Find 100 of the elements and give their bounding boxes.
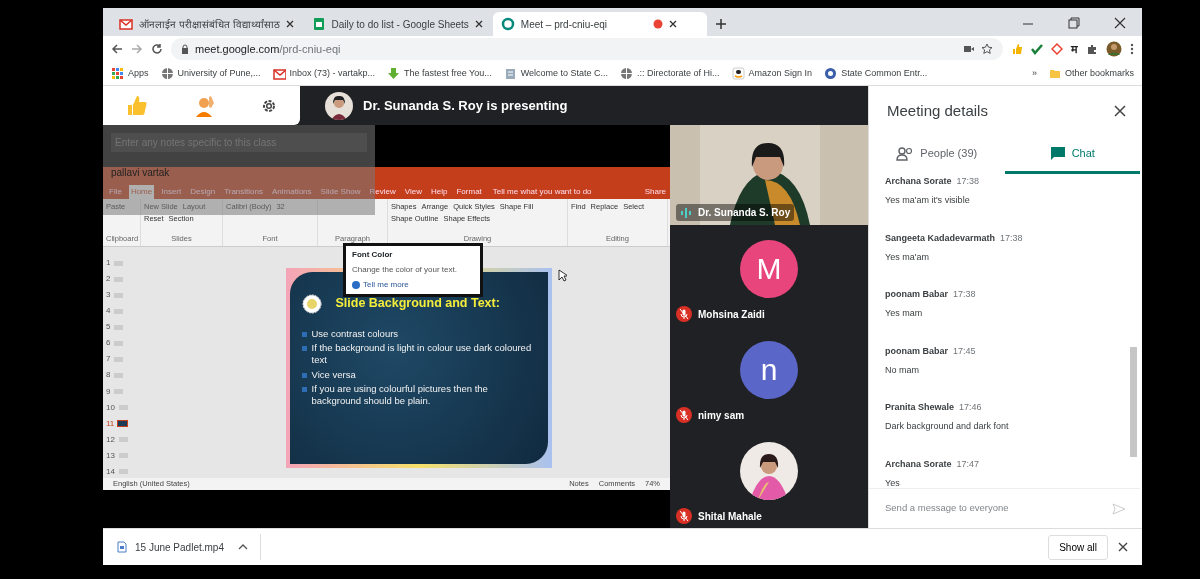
recording-icon (653, 19, 663, 29)
slide-thumbnail[interactable]: 5 (106, 323, 144, 332)
slide-thumbnail[interactable]: 1 (106, 259, 144, 267)
slide-thumbnail[interactable]: 11 (106, 419, 144, 428)
thumbs-up-icon[interactable] (125, 94, 148, 117)
bookmark[interactable]: .:: Directorate of Hi... (620, 66, 720, 81)
bullet-icon (301, 345, 307, 351)
panel-tab[interactable]: People (39) (869, 136, 1005, 174)
browser-tab[interactable]: Meet – prd-cniu-eqi (492, 12, 707, 36)
slide-thumbnail[interactable]: 2 (106, 275, 144, 284)
ribbon-tab[interactable]: Help (429, 184, 450, 199)
close-icon[interactable] (285, 20, 294, 28)
close-icon[interactable] (669, 20, 677, 28)
sender-name: Archana Sorate (885, 458, 952, 469)
download-item[interactable]: 15 June Padlet.mp4 (117, 539, 224, 555)
message-text: Dark background and dark font (885, 420, 1010, 433)
seal-icon (824, 67, 838, 80)
page-icon (503, 67, 517, 80)
ribbon-tab[interactable]: View (402, 184, 425, 199)
more-bookmarks-button[interactable]: » (1031, 66, 1037, 81)
scrollbar[interactable] (1130, 347, 1137, 457)
spreadsheet-icon (311, 17, 326, 31)
browser-tab[interactable]: Daily to do list - Google Sheets (303, 12, 491, 36)
reload-icon[interactable] (151, 43, 163, 55)
bookmark[interactable]: State Common Entr... (824, 66, 928, 81)
mail-icon (272, 67, 286, 80)
browser-tab[interactable]: ऑनलाईन परीक्षासंबंधित विद्यार्थ्यांसाठ (111, 12, 302, 36)
avatar: n (740, 340, 798, 399)
down-arrow-icon (387, 67, 401, 80)
panel-tab[interactable]: Chat (1004, 136, 1140, 174)
participant-name: Dr. Sunanda S. Roy (698, 206, 791, 220)
sender-name: Archana Sorate (885, 176, 952, 186)
address-bar[interactable]: meet.google.com/prd-cniu-eqi (171, 38, 1003, 60)
slide-thumbnail[interactable]: 4 (106, 307, 144, 316)
message-time: 17:47 (956, 458, 980, 469)
checkmark-icon[interactable] (1031, 43, 1043, 55)
bookmark-folder[interactable]: Other bookmarks (1048, 66, 1134, 81)
slide-thumbnail[interactable]: 3 (106, 291, 144, 300)
thumbs-up-icon[interactable] (1011, 43, 1023, 55)
participant-name: Shital Mahale (698, 509, 762, 524)
slide-thumbnail[interactable]: 14 (106, 467, 144, 476)
sender-name: Pranita Shewale (885, 402, 955, 412)
bookmark[interactable]: University of Pune,... (160, 66, 261, 81)
slide-thumbnail[interactable]: 8 (106, 371, 144, 380)
caret-icon[interactable] (237, 544, 248, 550)
panel-title: Meeting details (887, 100, 988, 121)
participant-name: pallavi vartak (111, 166, 171, 180)
slide-title: Slide Background and Text: (335, 295, 500, 313)
diamond-icon[interactable] (1051, 43, 1063, 55)
close-icon[interactable] (1118, 542, 1128, 552)
ring-icon (500, 17, 515, 31)
message-text: Yes mam (885, 307, 924, 320)
slide-thumbnail[interactable]: 13 (106, 451, 144, 460)
mail-icon (119, 17, 133, 31)
message-time: 17:38 (956, 176, 980, 186)
back-icon[interactable] (111, 43, 123, 55)
puzzle-icon[interactable] (1086, 43, 1098, 55)
slide-bullet: If you are using colourful pictures then the background should be plain. (311, 382, 489, 408)
globe-icon (160, 67, 174, 80)
lock-icon (181, 44, 189, 54)
cursor-icon (558, 269, 567, 282)
slide-thumbnail[interactable]: 6 (106, 339, 144, 348)
help-link[interactable]: Tell me more (363, 279, 409, 291)
camera-icon[interactable] (963, 44, 975, 54)
slide-thumbnail[interactable]: 7 (106, 355, 144, 364)
slide-thumbnail[interactable]: 12 (106, 435, 144, 444)
show-all-button[interactable]: Show all (1048, 534, 1108, 560)
help-icon (352, 281, 360, 289)
bookmark[interactable]: Welcome to State C... (503, 66, 609, 81)
globe-icon (620, 67, 634, 80)
sender-name: poonam Babar (885, 289, 948, 299)
bookmark[interactable]: Amazon Sign In (731, 66, 813, 81)
message-text: No mam (885, 363, 920, 377)
slide-thumbnail[interactable]: 9 (106, 387, 144, 396)
bookmark[interactable]: Apps (111, 66, 149, 81)
bookmark[interactable]: Inbox (73) - vartakp... (272, 66, 376, 81)
sender-name: Sangeeta Kadadevarmath (885, 232, 996, 243)
avatar-icon[interactable] (1106, 41, 1122, 57)
menu-icon[interactable] (1130, 43, 1134, 55)
star-icon[interactable] (981, 43, 993, 55)
ribbon-tab[interactable]: Format (454, 184, 484, 199)
close-icon[interactable] (1114, 105, 1126, 117)
tell-me-field[interactable]: Tell me what you want to do (492, 185, 592, 198)
bookmark[interactable]: The fastest free You... (387, 66, 492, 81)
url-text: meet.google.com/prd-cniu-eqi (195, 41, 341, 57)
new-tab-icon[interactable] (715, 18, 727, 30)
badge-icon (301, 293, 322, 314)
presenter-text: Dr. Sunanda S. Roy is presenting (363, 96, 568, 115)
share-button[interactable]: Share (644, 185, 666, 198)
message-time: 17:46 (959, 402, 982, 412)
slide-thumbnail[interactable]: 10 (106, 403, 144, 412)
slide-bullet: If the background is light in colour use dark coloured text (311, 341, 533, 367)
message-time: 17:38 (1000, 232, 1023, 243)
message-time: 17:45 (953, 345, 976, 356)
apps-icon (111, 67, 124, 80)
close-icon[interactable] (474, 20, 483, 28)
extension-button[interactable]: म (1071, 40, 1078, 58)
message-text: Yes (885, 476, 901, 488)
folder-icon (1048, 68, 1061, 79)
speaking-icon (680, 206, 692, 219)
